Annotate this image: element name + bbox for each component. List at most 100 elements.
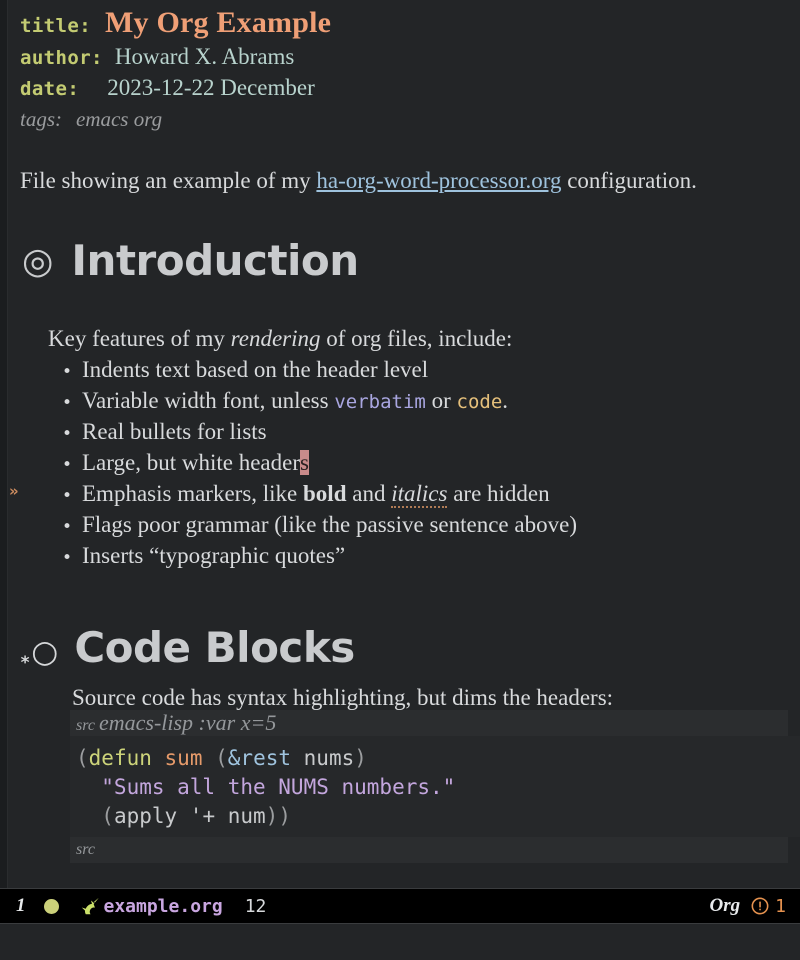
list-bullet-icon: • [62,362,73,382]
warning-circle-icon [751,897,769,915]
italic-text: italics [391,481,448,508]
headline-code-blocks[interactable]: *○ Code Blocks [20,623,355,673]
modeline-major-mode[interactable]: Org [710,895,741,917]
code-token: '+ [177,804,228,828]
org-buffer[interactable]: » title: My Org Example author: Howard X… [0,0,800,888]
src-block-begin-line: src emacs-lisp :var x=5 [70,710,788,736]
meta-line-tags: tags: emacs org [20,107,162,132]
lead-italic: rendering [230,326,321,351]
code-line: (apply '+ num)) [70,802,800,831]
introduction-lead-text: Key features of my rendering of org file… [48,326,512,352]
list-item: • Large, but white headers [62,450,309,476]
code-line: (defun sum (&rest nums) [70,744,800,773]
bold-text: bold [303,481,347,506]
list-item-tail: . [502,388,509,413]
meta-line-date: date: 2023-12-22 December [20,75,315,101]
list-bullet-icon: • [62,517,73,537]
src-block-code[interactable]: (defun sum (&rest nums) "Sums all the NU… [70,736,800,837]
inline-code-text: code [456,391,503,413]
list-item-mid: or [425,388,457,413]
modeline[interactable]: 1 example.org 12 Org 1 [0,888,800,924]
headline-stars: * [20,653,31,673]
headline-bullet-icon: ○ [31,634,59,670]
verbatim-text: verbatim [334,391,426,413]
code-token: nums [303,746,355,770]
list-item-text: Real bullets for lists [82,419,267,444]
intro-text-after: configuration. [561,168,697,193]
list-bullet-icon: • [62,548,73,568]
meta-key-title: title: [20,15,92,37]
list-bullet-icon: • [62,424,73,444]
list-item: • Indents text based on the header level [62,357,428,383]
list-item-tail: are hidden [447,481,550,506]
src-block-end-line: src [70,837,788,863]
code-token: apply [113,804,178,828]
list-bullet-icon: • [62,393,73,413]
code-token: sum [164,746,203,770]
list-item-mid: and [346,481,392,506]
modeline-left-group: 1 example.org 12 [10,895,710,917]
window-left-edge [0,0,8,888]
list-item: • Emphasis markers, like bold and italics… [62,481,550,508]
code-token: ( [215,746,228,770]
meta-line-author: author: Howard X. Abrams [20,44,294,70]
code-token: ) [354,746,367,770]
lead-after: of org files, include: [320,326,513,351]
code-token: ( [76,804,114,828]
meta-value-author: Howard X. Abrams [114,44,295,69]
modeline-warning-count: 1 [775,895,786,917]
meta-value-title: My Org Example [105,6,332,39]
modeline-buffer-status-dot-icon[interactable] [43,898,59,914]
modeline-warning-group[interactable]: 1 [750,896,786,917]
lead-before: Source code has syntax highlighting, but… [72,685,614,710]
meta-value-date: 2023-12-22 December [107,75,315,100]
list-item: • Inserts “typographic quotes” [62,543,345,569]
modeline-unicorn-icon [79,895,101,917]
text-cursor[interactable]: s [299,450,309,475]
src-begin-keyword: src [76,717,95,734]
meta-value-tags: emacs org [76,107,163,131]
list-item: • Variable width font, unless verbatim or… [62,388,508,414]
lead-before: Key features of my [48,326,231,351]
headline-introduction-title: Introduction [71,236,359,285]
headline-bullet-icon: ◎ [22,241,54,282]
code-token: num [227,804,266,828]
modeline-window-number[interactable]: 1 [16,895,26,917]
headline-code-blocks-title: Code Blocks [74,623,355,672]
src-end-keyword: src [76,841,95,858]
src-begin-args: emacs-lisp :var x=5 [98,710,277,735]
code-token: "Sums all the NUMS numbers." [76,775,456,799]
list-item-text: Inserts “typographic quotes” [82,543,346,568]
meta-key-date: date: [20,78,80,100]
org-config-link[interactable]: ha-org-word-processor.org [316,168,561,193]
left-fringe: » [8,0,28,888]
code-blocks-lead-text: Source code has syntax highlighting, but… [72,685,613,711]
code-token: ( [76,746,89,770]
list-bullet-icon: • [62,455,73,475]
code-line: "Sums all the NUMS numbers." [70,773,800,802]
headline-introduction[interactable]: ◎ Introduction [22,236,359,285]
code-token: )) [265,804,291,828]
list-item: • Flags poor grammar (like the passive se… [62,512,577,538]
meta-key-author: author: [20,47,103,69]
code-token: &rest [227,746,291,770]
emacs-frame: » title: My Org Example author: Howard X… [0,0,800,960]
fringe-continuation-arrow-icon: » [9,482,19,500]
modeline-line-number[interactable]: 12 [245,896,267,917]
list-item-text: Large, but white header [82,450,300,475]
list-item-text: Flags poor grammar (like the passive sen… [82,512,577,537]
echo-area [0,924,800,960]
code-token: defun [88,746,152,770]
list-bullet-icon: • [62,486,73,506]
intro-text-before: File showing an example of my [20,168,317,193]
list-item-text: Indents text based on the header level [82,357,429,382]
intro-paragraph: File showing an example of my ha-org-wor… [20,168,697,194]
meta-key-tags: tags: [20,107,62,131]
modeline-right-group: Org 1 [710,895,786,917]
modeline-buffer-name[interactable]: example.org [104,896,223,917]
meta-line-title: title: My Org Example [20,6,331,40]
list-item-text: Emphasis markers, like [82,481,304,506]
